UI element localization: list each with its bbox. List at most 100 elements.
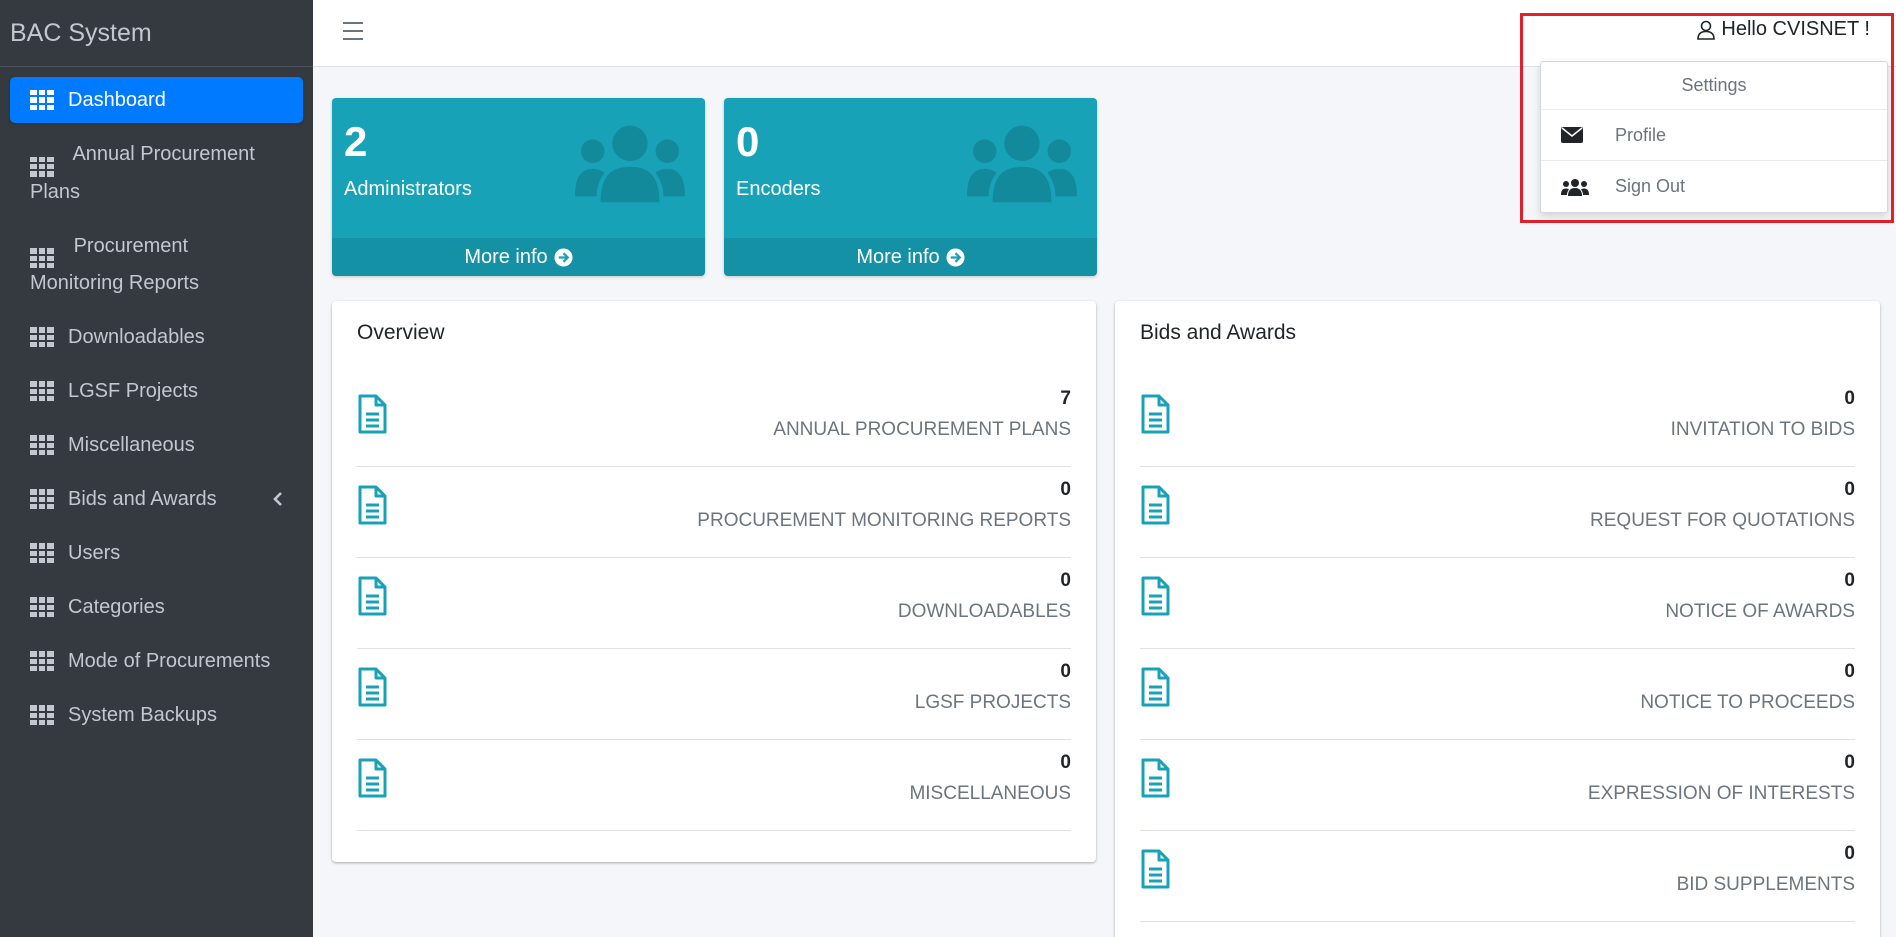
sidebar: BAC System Dashboard Annual Procurement … [0,0,313,937]
sidebar-item-label: LGSF Projects [68,380,199,403]
sidebar-nav: Dashboard Annual Procurement Plans Procu… [0,67,313,738]
sidebar-item-label: Mode of Procurements [68,650,271,673]
administrators-label: Administrators [344,178,472,200]
row-count: 0 [1060,752,1071,773]
list-item[interactable]: 0 NOTICE OF AWARDS [1140,558,1855,649]
top-navbar: Hello CVISNET ! [313,0,1896,67]
list-item[interactable]: 0 INVITATION TO BIDS [1140,376,1855,467]
profile-label: Profile [1615,124,1667,145]
hamburger-menu-icon[interactable] [343,22,363,40]
envelope-icon [1561,127,1591,143]
file-alt-icon [1140,849,1170,894]
th-icon [30,651,54,672]
bids-and-awards-card: Bids and Awards 0 INVITATION TO BIDS 0 R… [1115,301,1880,937]
arrow-circle-right-icon [946,247,965,267]
list-item[interactable]: 0 LGSF PROJECTS [357,649,1071,740]
users-icon [1561,178,1591,196]
file-alt-icon [357,485,387,530]
file-alt-icon [1140,394,1170,439]
chevron-left-icon[interactable] [273,486,283,516]
row-count: 7 [1060,388,1071,409]
file-alt-icon [357,576,387,621]
administrators-more-info-link[interactable]: More info [332,238,705,276]
user-dropdown-menu: Settings Profile Sign Out [1540,61,1888,213]
th-icon [30,327,54,348]
row-label: NOTICE TO PROCEEDS [1640,692,1855,713]
row-count: 0 [1844,479,1855,500]
row-label: ANNUAL PROCUREMENT PLANS [773,419,1071,440]
file-alt-icon [357,394,387,439]
th-icon [30,489,54,510]
list-item[interactable]: 0 DOWNLOADABLES [357,558,1071,649]
th-icon [30,248,54,269]
row-label: INVITATION TO BIDS [1670,419,1855,440]
list-item[interactable]: 0 REQUEST FOR QUOTATIONS [1140,467,1855,558]
users-icon [967,123,1077,208]
list-item[interactable]: 0 PROCUREMENT MONITORING REPORTS [357,467,1071,558]
th-icon [30,435,54,456]
sidebar-item-mode-of-procurements[interactable]: Mode of Procurements [10,638,303,684]
user-greeting: Hello CVISNET ! [1721,18,1870,40]
row-count: 0 [1060,479,1071,500]
file-alt-icon [1140,576,1170,621]
sidebar-item-bids-and-awards[interactable]: Bids and Awards [10,476,303,522]
file-alt-icon [357,667,387,712]
sign-out-label: Sign Out [1615,176,1686,196]
file-alt-icon [1140,485,1170,530]
row-label: LGSF PROJECTS [914,692,1071,713]
sidebar-item-label: System Backups [68,704,217,727]
row-label: BID SUPPLEMENTS [1676,874,1855,895]
sidebar-item-downloadables[interactable]: Downloadables [10,314,303,360]
brand-logo[interactable]: BAC System [0,0,313,67]
row-label: NOTICE OF AWARDS [1665,601,1855,622]
encoders-box: 0 Encoders More info [724,98,1097,276]
profile-menu-item[interactable]: Profile [1541,110,1887,161]
row-count: 0 [1844,843,1855,864]
sign-out-menu-item[interactable]: Sign Out [1541,161,1887,212]
file-alt-icon [1140,667,1170,712]
sidebar-item-label: Users [68,542,121,565]
row-label: REQUEST FOR QUOTATIONS [1590,510,1855,531]
row-count: 0 [1060,570,1071,591]
row-count: 0 [1844,570,1855,591]
sidebar-item-label: Dashboard [68,89,166,111]
row-label: PROCUREMENT MONITORING REPORTS [697,510,1071,531]
th-icon [30,381,54,402]
list-item[interactable]: 0 BID SUPPLEMENTS [1140,831,1855,922]
sidebar-item-procurement-monitoring-reports[interactable]: Procurement Monitoring Reports [10,223,303,307]
row-count: 0 [1844,388,1855,409]
sidebar-item-lgsf-projects[interactable]: LGSF Projects [10,368,303,414]
row-label: MISCELLANEOUS [909,783,1071,804]
sidebar-item-dashboard[interactable]: Dashboard [10,77,303,123]
sidebar-item-annual-procurement-plans[interactable]: Annual Procurement Plans [10,131,303,215]
list-item[interactable]: 0 EXPRESSION OF INTERESTS [1140,740,1855,831]
overview-title: Overview [357,321,445,344]
sidebar-item-miscellaneous[interactable]: Miscellaneous [10,422,303,468]
row-count: 0 [1060,661,1071,682]
user-menu-toggle[interactable]: Hello CVISNET ! [1697,18,1870,41]
row-label: DOWNLOADABLES [897,601,1071,622]
sidebar-item-label: Bids and Awards [68,488,217,511]
overview-card: Overview 7 ANNUAL PROCUREMENT PLANS 0 PR… [332,301,1096,862]
arrow-circle-right-icon [554,247,573,267]
sidebar-item-users[interactable]: Users [10,530,303,576]
administrators-count: 2 [344,118,368,165]
list-item[interactable]: 7 ANNUAL PROCUREMENT PLANS [357,376,1071,467]
sidebar-item-categories[interactable]: Categories [10,584,303,630]
bids-and-awards-list: 0 INVITATION TO BIDS 0 REQUEST FOR QUOTA… [1140,376,1855,922]
sidebar-item-label: Miscellaneous [68,434,195,457]
row-label: EXPRESSION OF INTERESTS [1587,783,1855,804]
th-icon [30,90,54,110]
encoders-count: 0 [736,118,760,165]
list-item[interactable]: 0 MISCELLANEOUS [357,740,1071,831]
list-item[interactable]: 0 NOTICE TO PROCEEDS [1140,649,1855,740]
administrators-box: 2 Administrators More info [332,98,705,276]
th-icon [30,597,54,618]
sidebar-item-system-backups[interactable]: System Backups [10,692,303,738]
row-count: 0 [1844,752,1855,773]
row-count: 0 [1844,661,1855,682]
file-alt-icon [1140,758,1170,803]
encoders-more-info-link[interactable]: More info [724,238,1097,276]
sidebar-item-label: Downloadables [68,326,205,349]
dropdown-header: Settings [1541,62,1887,110]
